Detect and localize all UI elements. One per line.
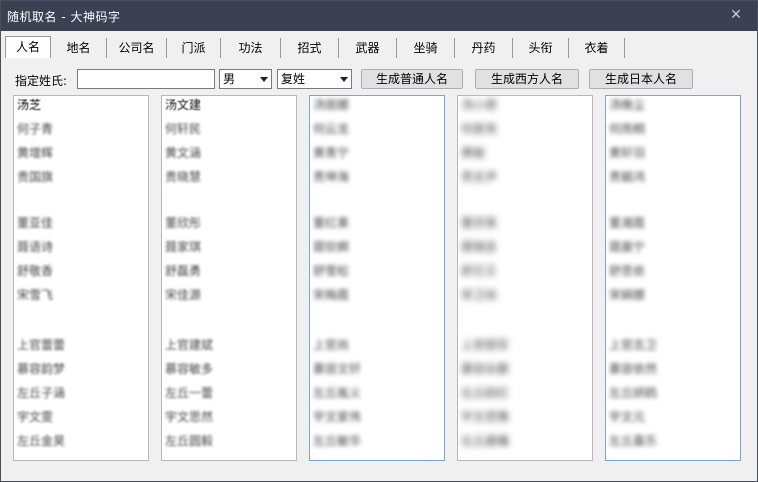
list-item[interactable]: 左丘圆毅 [165, 434, 213, 448]
gender-select[interactable]: 男 [219, 69, 272, 89]
list-item[interactable]: 何云龙 [313, 122, 349, 136]
list-item[interactable]: 左丘金昊 [17, 434, 65, 448]
list-item[interactable]: 何家亮 [461, 122, 497, 136]
surname-input[interactable] [77, 69, 215, 89]
list-item[interactable]: 贵坤海 [313, 170, 349, 184]
list-item[interactable]: 舒芯王 [461, 264, 497, 278]
tab-move[interactable]: 招式 [281, 38, 339, 58]
list-item[interactable]: 宋雪飞 [17, 288, 53, 302]
list-item[interactable]: 舒敬香 [17, 264, 53, 278]
list-item[interactable]: 宇文思豫 [461, 410, 509, 424]
tab-title[interactable]: 头衔 [513, 38, 569, 58]
list-item[interactable]: 左丘妍鸥 [609, 386, 657, 400]
list-item[interactable]: 宋梅霞 [313, 288, 349, 302]
tab-person-name[interactable]: 人名 [5, 36, 51, 58]
name-list-5[interactable]: 汤晚尘何雨桐黄轩羽贵毓鸿董湘霞聂晨宁舒思依宋娴娜上官志卫慕容依然左丘妍鸥宇文元左… [605, 95, 741, 461]
list-item[interactable]: 贵晓慧 [165, 170, 201, 184]
list-item[interactable]: 上官蕾蕾 [17, 338, 65, 352]
close-icon[interactable]: ✕ [729, 8, 743, 22]
list-item[interactable]: 董亚佳 [17, 216, 53, 230]
list-item[interactable]: 黄增辉 [17, 146, 53, 160]
chevron-down-icon [340, 77, 348, 82]
list-item[interactable]: 左丘韵红 [461, 386, 509, 400]
list-item[interactable]: 慕容文钎 [313, 362, 361, 376]
list-item[interactable]: 聂锦丞 [461, 240, 497, 254]
list-item[interactable]: 何子青 [17, 122, 53, 136]
list-item[interactable]: 舒雪松 [313, 264, 349, 278]
list-item[interactable]: 董湘霞 [609, 216, 645, 230]
list-item[interactable]: 黄青宁 [313, 146, 349, 160]
list-item[interactable]: 上官丽军 [461, 338, 509, 352]
list-item[interactable]: 慕容敏多 [165, 362, 213, 376]
list-item[interactable]: 黄榆 [461, 146, 485, 160]
tab-pill[interactable]: 丹药 [455, 38, 513, 58]
list-item[interactable]: 左丘子涵 [17, 386, 65, 400]
list-item[interactable]: 聂家琪 [165, 240, 201, 254]
list-item[interactable]: 聂晨宁 [609, 240, 645, 254]
list-item[interactable]: 上官尚 [313, 338, 349, 352]
tab-clothing[interactable]: 衣着 [569, 38, 625, 58]
list-item[interactable]: 宋娴娜 [609, 288, 645, 302]
list-item[interactable]: 汤晚尘 [609, 98, 645, 112]
list-item[interactable]: 汤丽娜 [313, 98, 349, 112]
list-item[interactable]: 宇文家伟 [313, 410, 361, 424]
list-item[interactable]: 董欣彤 [165, 216, 201, 230]
list-item[interactable]: 左丘敏华 [313, 434, 361, 448]
name-list-1[interactable]: 汤芝何子青黄增辉贵国旗董亚佳聂语诗舒敬香宋雪飞上官蕾蕾慕容韵梦左丘子涵宇文雯左丘… [13, 95, 149, 461]
list-item[interactable]: 汤文建 [165, 98, 201, 112]
list-item[interactable]: 何轩民 [165, 122, 201, 136]
list-item[interactable]: 汤小君 [461, 98, 497, 112]
surname-type-value: 复姓 [281, 72, 306, 86]
generator-controls: 指定姓氏: 男 复姓 生成普通人名 生成西方人名 生成日本人名 [15, 69, 747, 91]
list-item[interactable]: 慕容韵梦 [17, 362, 65, 376]
list-item[interactable]: 何雨桐 [609, 122, 645, 136]
surname-type-select[interactable]: 复姓 [277, 69, 352, 89]
list-item[interactable]: 董宗英 [461, 216, 497, 230]
list-item[interactable]: 聂钦婀 [313, 240, 349, 254]
list-item[interactable]: 舒磊勇 [165, 264, 201, 278]
list-item[interactable]: 黄文涵 [165, 146, 201, 160]
list-item[interactable]: 宋佳源 [165, 288, 201, 302]
name-list-2[interactable]: 汤文建何轩民黄文涵贵晓慧董欣彤聂家琪舒磊勇宋佳源上官建斌慕容敏多左丘一蕾宇文思然… [161, 95, 297, 461]
list-item[interactable]: 贵国旗 [17, 170, 53, 184]
list-item[interactable]: 汤芝 [17, 98, 41, 112]
list-item[interactable]: 左丘胤义 [313, 386, 361, 400]
gender-select-value: 男 [223, 72, 236, 86]
list-item[interactable]: 左丘嘉乐 [609, 434, 657, 448]
name-list-3[interactable]: 汤丽娜何云龙黄青宁贵坤海董红果聂钦婀舒雪松宋梅霞上官尚慕容文钎左丘胤义宇文家伟左… [309, 95, 445, 461]
list-item[interactable]: 左丘一蕾 [165, 386, 213, 400]
list-item[interactable]: 上官建斌 [165, 338, 213, 352]
chevron-down-icon [260, 77, 268, 82]
generate-western-name-button[interactable]: 生成西方人名 [475, 69, 579, 89]
name-list-4[interactable]: 汤小君何家亮黄榆贵言尹董宗英聂锦丞舒芯王宋卫尚上官丽军慕容永鹏左丘韵红宇文思豫左… [457, 95, 593, 461]
list-item[interactable]: 贵言尹 [461, 170, 497, 184]
generate-normal-name-button[interactable]: 生成普通人名 [361, 69, 463, 89]
tab-mount[interactable]: 坐骑 [397, 38, 455, 58]
app-window: 随机取名 - 大神码字 ✕ 人名 地名 公司名 门派 功法 招式 武器 坐骑 丹… [0, 0, 758, 482]
surname-label: 指定姓氏: [15, 74, 68, 88]
list-item[interactable]: 宇文雯 [17, 410, 53, 424]
list-item[interactable]: 贵毓鸿 [609, 170, 645, 184]
tab-sect[interactable]: 门派 [167, 38, 221, 58]
generate-japanese-name-button[interactable]: 生成日本人名 [589, 69, 693, 89]
list-item[interactable]: 宇文思然 [165, 410, 213, 424]
list-item[interactable]: 宇文元 [609, 410, 645, 424]
tab-company-name[interactable]: 公司名 [107, 38, 167, 58]
title-bar: 随机取名 - 大神码字 ✕ [1, 1, 757, 31]
list-item[interactable]: 舒思依 [609, 264, 645, 278]
list-item[interactable]: 慕容永鹏 [461, 362, 509, 376]
category-tabs: 人名 地名 公司名 门派 功法 招式 武器 坐骑 丹药 头衔 衣着 [5, 36, 753, 58]
window-title: 随机取名 - 大神码字 [7, 9, 121, 24]
tab-weapon[interactable]: 武器 [339, 38, 397, 58]
list-item[interactable]: 黄轩羽 [609, 146, 645, 160]
list-item[interactable]: 董红果 [313, 216, 349, 230]
list-item[interactable]: 宋卫尚 [461, 288, 497, 302]
list-item[interactable]: 慕容依然 [609, 362, 657, 376]
list-item[interactable]: 左丘晨曦 [461, 434, 509, 448]
tab-technique[interactable]: 功法 [221, 38, 281, 58]
tab-place-name[interactable]: 地名 [51, 38, 107, 58]
list-item[interactable]: 聂语诗 [17, 240, 53, 254]
list-item[interactable]: 上官志卫 [609, 338, 657, 352]
